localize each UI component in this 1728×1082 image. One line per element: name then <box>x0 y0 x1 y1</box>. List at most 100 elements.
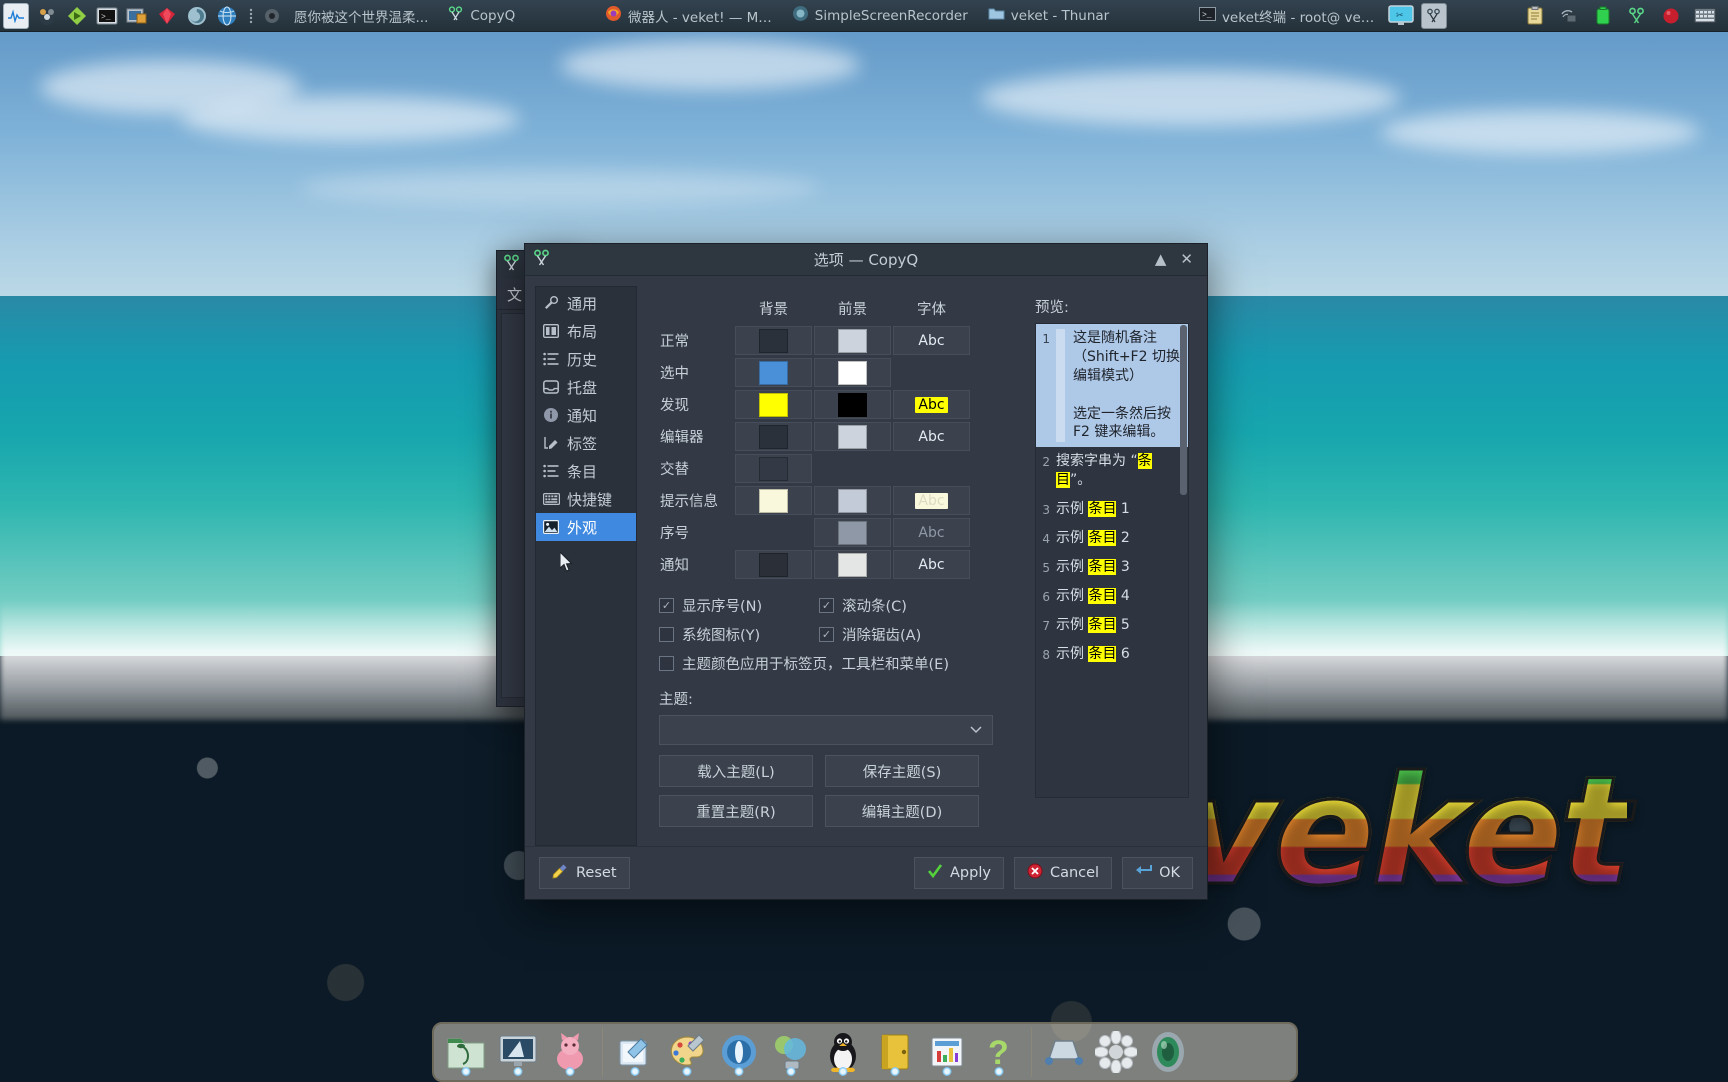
system-monitor-icon[interactable] <box>3 2 29 29</box>
ruby-gem-icon[interactable] <box>155 4 179 28</box>
clipboard-icon[interactable] <box>1523 4 1547 28</box>
network-icon[interactable] <box>1557 4 1581 28</box>
fg-color-button-number[interactable] <box>814 518 891 547</box>
task-button-copyq[interactable]: CopyQ <box>440 4 523 28</box>
preview-scrollbar[interactable] <box>1180 325 1187 495</box>
cloud <box>180 96 520 142</box>
font-sample: Abc <box>915 332 948 349</box>
bg-color-button-normal[interactable] <box>735 326 812 355</box>
layout-icon <box>542 322 560 340</box>
list-item[interactable]: 8 示例 条目 6 <box>1036 640 1188 669</box>
font-button-found[interactable]: Abc <box>893 390 970 419</box>
bg-color-button-editor[interactable] <box>735 422 812 451</box>
apply-button[interactable]: Apply <box>914 857 1004 889</box>
checkbox-show-numbers[interactable]: ✓ 显示序号(N) <box>659 595 819 616</box>
bg-color-button-found[interactable] <box>735 390 812 419</box>
dialog-titlebar[interactable]: 选项 — CopyQ ▲ ✕ <box>525 244 1207 276</box>
cancel-button[interactable]: Cancel <box>1013 857 1113 889</box>
sidebar-item-notifications[interactable]: 通知 <box>536 401 636 429</box>
task-button-thunar[interactable]: veket - Thunar <box>980 5 1117 27</box>
fg-color-button-tooltip[interactable] <box>814 486 891 515</box>
help-question-icon[interactable]: ? <box>975 1028 1023 1076</box>
screenshot-icon[interactable] <box>125 4 149 28</box>
sidebar-item-items[interactable]: 条目 <box>536 457 636 485</box>
sidebar-item-history[interactable]: 历史 <box>536 345 636 373</box>
record-icon[interactable] <box>1659 4 1683 28</box>
scissors-icon[interactable] <box>1625 4 1649 28</box>
spreadsheet-icon[interactable] <box>923 1028 971 1076</box>
keyboard-icon[interactable] <box>1693 4 1717 28</box>
list-item[interactable]: 7 示例 条目 5 <box>1036 611 1188 640</box>
sidebar-item-shortcuts[interactable]: 快捷键 <box>536 485 636 513</box>
tux-penguin-icon[interactable] <box>819 1028 867 1076</box>
edit-theme-button[interactable]: 编辑主题(D) <box>825 795 979 827</box>
fg-color-button-selected[interactable] <box>814 358 891 387</box>
checkbox-antialiasing[interactable]: ✓ 消除锯齿(A) <box>819 624 921 645</box>
yellow-book-icon[interactable] <box>871 1028 919 1076</box>
bg-color-button-notification[interactable] <box>735 550 812 579</box>
terminal-icon[interactable]: >_ <box>95 4 119 28</box>
bg-color-button-alternate[interactable] <box>735 454 812 483</box>
camera-globe-icon[interactable] <box>1144 1028 1192 1076</box>
fg-color-button-found[interactable] <box>814 390 891 419</box>
sidebar-item-general[interactable]: 通用 <box>536 289 636 317</box>
reset-button[interactable]: Reset <box>539 857 630 889</box>
sidebar-item-tags[interactable]: 标签 <box>536 429 636 457</box>
shade-button[interactable]: ▲ <box>1155 252 1167 267</box>
task-button-terminal[interactable]: >_ veket终端 - root@ ve… <box>1191 4 1382 28</box>
globe-icon[interactable] <box>215 4 239 28</box>
sidebar-item-appearance[interactable]: 外观 <box>536 513 636 541</box>
terminal-green-icon[interactable] <box>65 4 89 28</box>
power-icon[interactable] <box>263 4 281 28</box>
ok-button[interactable]: OK <box>1122 857 1193 889</box>
checkbox-system-icons[interactable]: 系统图标(Y) <box>659 624 819 645</box>
network-shape-icon[interactable] <box>1040 1028 1088 1076</box>
notepad-icon[interactable] <box>611 1028 659 1076</box>
scissors-icon[interactable] <box>1421 2 1448 29</box>
close-icon[interactable]: ✕ <box>1180 252 1193 267</box>
save-theme-button[interactable]: 保存主题(S) <box>825 755 979 787</box>
sidebar-item-layout[interactable]: 布局 <box>536 317 636 345</box>
display-icon[interactable]: ✂ <box>1387 4 1415 28</box>
theme-combobox[interactable] <box>659 715 993 745</box>
eye-blue-icon[interactable] <box>715 1028 763 1076</box>
reset-theme-button[interactable]: 重置主题(R) <box>659 795 813 827</box>
font-button-notification[interactable]: Abc <box>893 550 970 579</box>
fg-color-button-normal[interactable] <box>814 326 891 355</box>
font-button-tooltip[interactable]: Abc <box>893 486 970 515</box>
list-item[interactable]: 3 示例 条目 1 <box>1036 495 1188 524</box>
fg-color-button-notification[interactable] <box>814 550 891 579</box>
task-button-recorder[interactable]: SimpleScreenRecorder <box>784 3 976 28</box>
font-button-number[interactable]: Abc <box>893 518 970 547</box>
battery-icon[interactable] <box>1591 4 1615 28</box>
preview-list[interactable]: 1 这是随机备注（Shift+F2 切换编辑模式） 选定一条然后按 F2 键来编… <box>1035 323 1189 798</box>
list-item[interactable]: 2 搜索字串为 “条目”。 <box>1036 447 1188 495</box>
col-header-foreground: 前景 <box>838 302 867 318</box>
font-button-editor[interactable]: Abc <box>893 422 970 451</box>
checkbox-scrollbars[interactable]: ✓ 滚动条(C) <box>819 595 907 616</box>
load-theme-button[interactable]: 载入主题(L) <box>659 755 813 787</box>
list-item[interactable]: 6 示例 条目 4 <box>1036 582 1188 611</box>
sidebar-item-tray[interactable]: 托盘 <box>536 373 636 401</box>
list-menu-icon[interactable] <box>245 4 257 28</box>
pink-cat-icon[interactable] <box>546 1028 594 1076</box>
list-item[interactable]: 1 这是随机备注（Shift+F2 切换编辑模式） 选定一条然后按 F2 键来编… <box>1036 324 1188 448</box>
desktop-settings-icon[interactable] <box>494 1028 542 1076</box>
mouse-cursor <box>559 550 574 578</box>
file-manager-icon[interactable] <box>442 1028 490 1076</box>
sun-flower-icon[interactable] <box>1092 1028 1140 1076</box>
bg-color-button-selected[interactable] <box>735 358 812 387</box>
task-button-firefox[interactable]: 微器人 - veket! — M… <box>597 3 780 28</box>
paint-palette-icon[interactable] <box>663 1028 711 1076</box>
task-button-notes[interactable]: 愿你被这个世界温柔... <box>286 4 436 28</box>
spiral-icon[interactable] <box>185 4 209 28</box>
list-item[interactable]: 5 示例 条目 3 <box>1036 553 1188 582</box>
item-text-pre: 示例 <box>1056 616 1089 633</box>
bg-color-button-tooltip[interactable] <box>735 486 812 515</box>
font-button-normal[interactable]: Abc <box>893 326 970 355</box>
fg-color-button-editor[interactable] <box>814 422 891 451</box>
browser-bubbles-icon[interactable] <box>767 1028 815 1076</box>
media-player-icon[interactable] <box>35 4 59 28</box>
list-item[interactable]: 4 示例 条目 2 <box>1036 524 1188 553</box>
checkbox-theme-colors-apply[interactable]: 主题颜色应用于标签页，工具栏和菜单(E) <box>659 653 949 674</box>
